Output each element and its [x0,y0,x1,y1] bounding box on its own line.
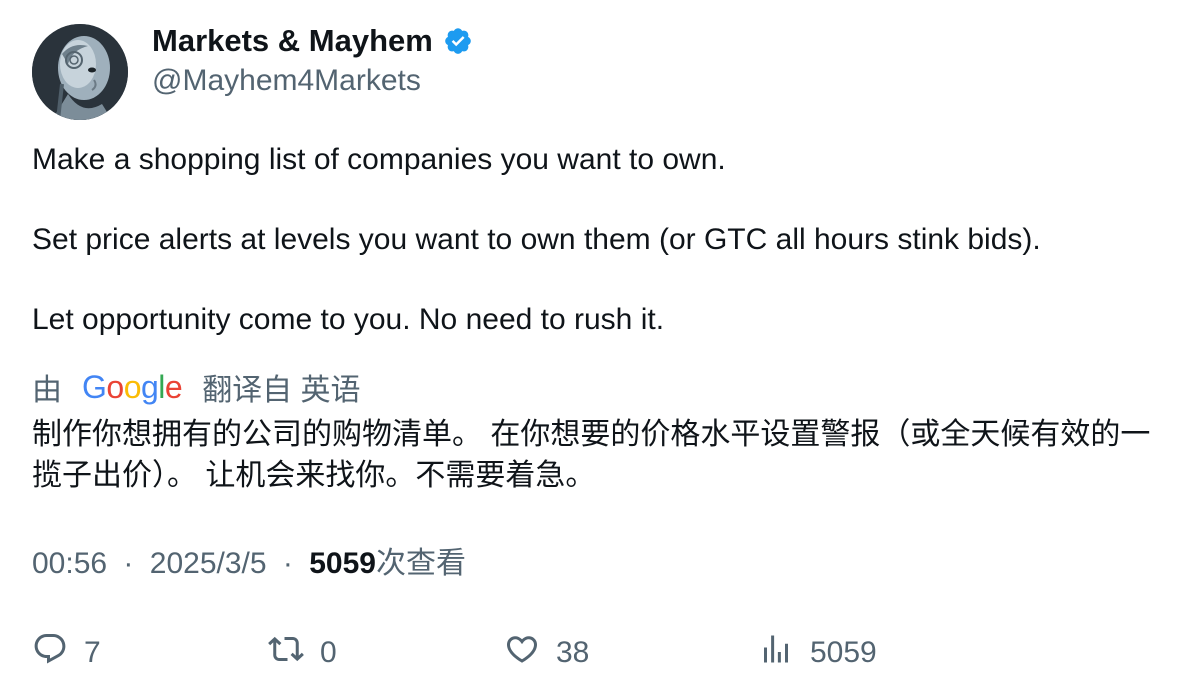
meta-separator: · [282,547,293,580]
tweet-paragraph: Set price alerts at levels you want to o… [32,223,1041,256]
heart-icon [504,631,540,675]
meta-separator: · [123,547,134,580]
repost-button[interactable]: 0 [268,628,337,678]
repost-icon [268,631,304,675]
action-bar: 7 0 38 5059 [0,628,1196,678]
translation-attribution[interactable]: 由 Google 翻译自 英语 [32,366,361,408]
analytics-bars-icon [758,631,794,675]
author-display-name-row[interactable]: Markets & Mayhem [152,22,473,60]
tweet-paragraph: Make a shopping list of companies you wa… [32,143,726,176]
tweet-card: Markets & Mayhem @Mayhem4Markets Make a … [0,0,1196,698]
reply-button[interactable]: 7 [32,628,101,678]
verified-badge-icon[interactable] [443,26,473,56]
tweet-text: Make a shopping list of companies you wa… [32,140,1041,380]
tweet-date[interactable]: 2025/3/5 [150,547,267,580]
translation-suffix: 翻译自 英语 [202,374,361,407]
google-logo: Google [82,368,183,405]
views-count: 5059 [309,547,376,580]
views-label: 次查看 [375,547,466,580]
robot-head-avatar-icon [32,24,128,120]
author-handle[interactable]: @Mayhem4Markets [152,62,421,100]
reply-count: 7 [84,636,101,669]
avatar[interactable] [32,24,128,120]
reply-icon [32,631,68,675]
tweet-meta: 00:56 · 2025/3/5 · 5059次查看 [32,544,466,584]
tweet-paragraph: Let opportunity come to you. No need to … [32,303,665,336]
like-button[interactable]: 38 [504,628,589,678]
translation-prefix: 由 [32,374,62,407]
repost-count: 0 [320,636,337,669]
like-count: 38 [556,636,590,669]
translated-text: 制作你想拥有的公司的购物清单。 在你想要的价格水平设置警报（或全天候有效的一揽子… [32,418,1151,492]
views-action-count: 5059 [810,636,877,669]
author-display-name[interactable]: Markets & Mayhem [152,22,433,60]
tweet-time[interactable]: 00:56 [32,547,107,580]
views-button[interactable]: 5059 [758,628,877,678]
